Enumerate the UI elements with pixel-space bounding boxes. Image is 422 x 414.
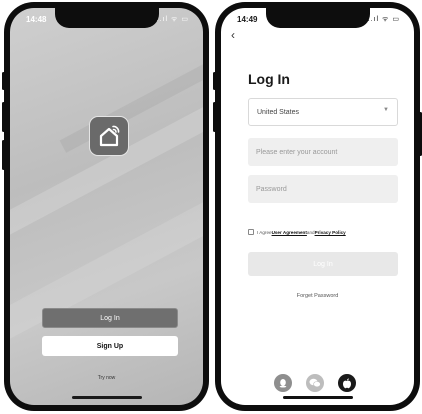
forgot-password-link[interactable]: Forget Password (221, 293, 414, 299)
status-icons: ..ıl ᯤ ▭ (367, 16, 400, 23)
notch (54, 8, 159, 28)
wechat-icon[interactable] (306, 374, 324, 392)
agreement-row: I Agree User Agreement and Privacy Polic… (248, 229, 346, 235)
phone-welcome: 14:48 ..ıl ᯤ ▭ Log In Sign Up Try now (2, 2, 209, 411)
chevron-down-icon: ▼ (383, 107, 389, 113)
status-time: 14:49 (237, 15, 258, 24)
privacy-policy-link[interactable]: Privacy Policy (315, 230, 346, 235)
agree-prefix: I Agree (257, 229, 272, 235)
page-title: Log In (248, 71, 290, 87)
back-arrow-icon[interactable]: ‹ (231, 28, 235, 42)
volume-up-button (2, 102, 5, 132)
mute-switch (2, 72, 5, 90)
welcome-screen: 14:48 ..ıl ᯤ ▭ Log In Sign Up Try now (10, 8, 203, 405)
home-indicator (71, 396, 142, 399)
volume-down-button (2, 140, 5, 170)
country-select[interactable]: United States ▼ (248, 98, 398, 126)
agree-and: and (306, 229, 315, 235)
try-now-link[interactable]: Try now (10, 375, 203, 381)
country-value: United States (257, 108, 300, 116)
password-input[interactable]: Password (248, 175, 398, 203)
qq-icon[interactable] (274, 374, 292, 392)
login-screen: 14:49 ..ıl ᯤ ▭ ‹ Log In United States ▼ … (221, 8, 414, 405)
notch (265, 8, 370, 28)
account-input[interactable]: Please enter your account (248, 138, 398, 166)
agree-checkbox[interactable] (248, 229, 254, 235)
status-icons: ..ıl ᯤ ▭ (156, 16, 189, 23)
status-time: 14:48 (26, 15, 47, 24)
smart-home-logo-icon (89, 116, 129, 156)
login-submit-button[interactable]: Log In (248, 252, 398, 276)
volume-up-button (213, 102, 216, 132)
user-agreement-link[interactable]: User Agreement (272, 230, 307, 235)
mute-switch (213, 72, 216, 90)
signup-button[interactable]: Sign Up (42, 336, 178, 356)
home-indicator (282, 396, 353, 399)
phone-login: 14:49 ..ıl ᯤ ▭ ‹ Log In United States ▼ … (213, 2, 422, 411)
apple-icon[interactable] (338, 374, 356, 392)
login-button[interactable]: Log In (42, 308, 178, 328)
